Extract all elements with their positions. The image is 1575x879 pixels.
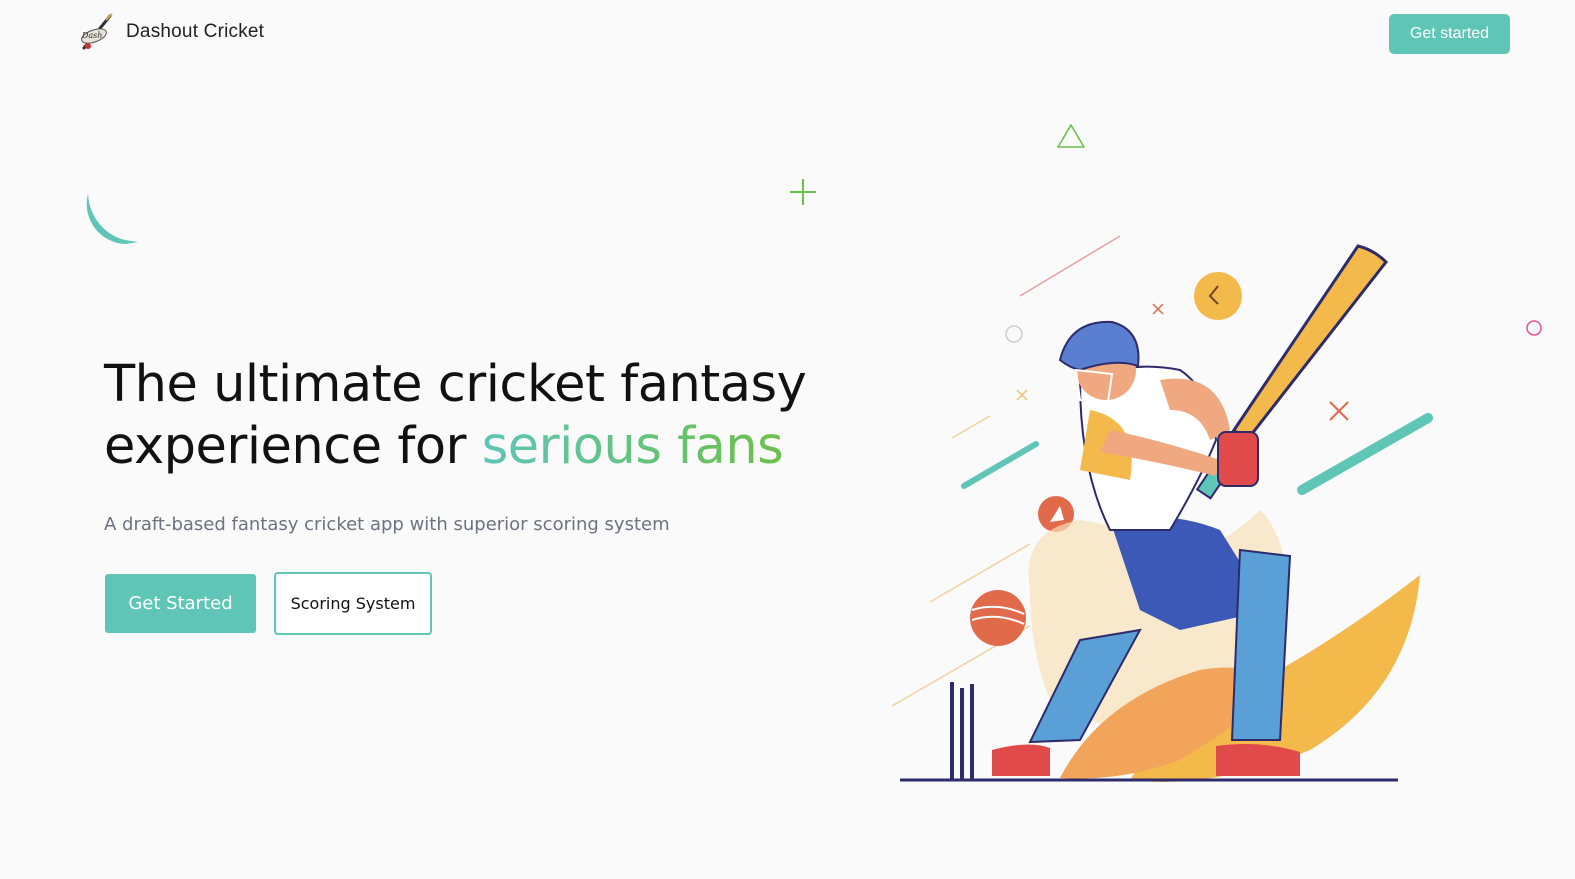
hero-title: The ultimate cricket fantasy experience … <box>104 354 864 478</box>
brand-logo-icon: Dash <box>81 13 113 50</box>
triangle-decoration-icon <box>1057 124 1085 148</box>
hero-title-accent: serious fans <box>481 417 784 476</box>
get-started-nav-button[interactable]: Get started <box>1389 14 1510 54</box>
plus-decoration-icon <box>790 179 816 205</box>
scoring-system-button[interactable]: Scoring System <box>274 572 432 635</box>
site-header: Dash Dashout Cricket Get started <box>0 0 1575 68</box>
circle-decoration-icon <box>1526 320 1542 336</box>
quarter-circle-decoration-icon <box>86 194 138 244</box>
brand[interactable]: Dash Dashout Cricket <box>76 12 264 52</box>
cricket-batsman-illustration <box>891 235 1433 782</box>
hero-subtitle: A draft-based fantasy cricket app with s… <box>104 514 670 535</box>
brand-name: Dashout Cricket <box>126 21 265 42</box>
svg-text:Dash: Dash <box>81 31 102 40</box>
get-started-button[interactable]: Get Started <box>105 574 256 633</box>
